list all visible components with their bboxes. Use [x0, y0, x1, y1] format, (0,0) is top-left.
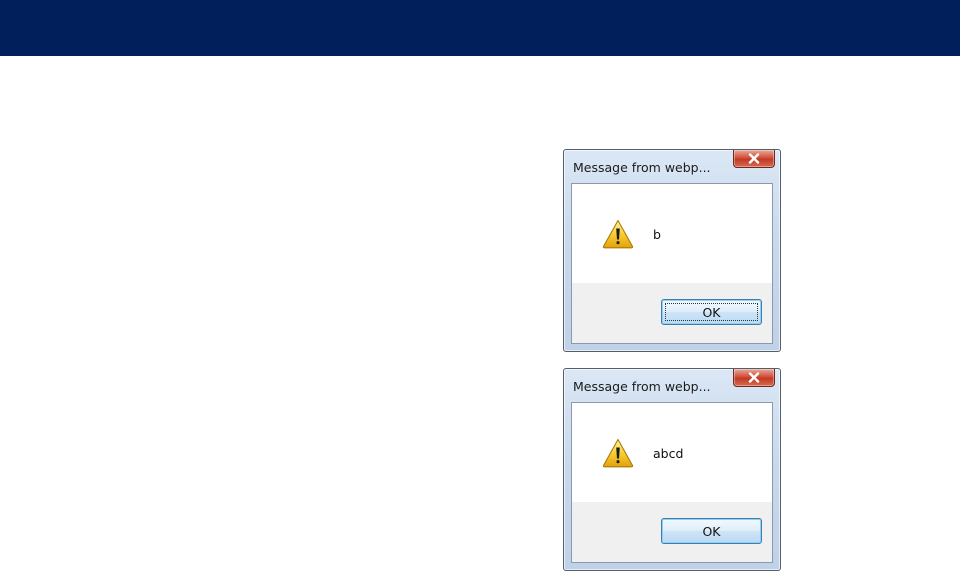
top-banner [0, 0, 960, 56]
dialog-title: Message from webp... [573, 379, 711, 394]
message-text: b [653, 227, 661, 242]
ok-button-label: OK [702, 304, 721, 320]
ok-button[interactable]: OK [661, 299, 762, 325]
warning-icon [602, 438, 634, 468]
button-area: OK [572, 283, 772, 343]
close-icon [748, 372, 760, 383]
dialog-body: abcd OK [571, 402, 773, 563]
dialog-title: Message from webp... [573, 160, 711, 175]
close-icon [748, 153, 760, 164]
message-area: abcd [572, 403, 772, 502]
ok-button[interactable]: OK [661, 518, 762, 544]
message-area: b [572, 184, 772, 283]
warning-icon [602, 219, 634, 249]
close-button[interactable] [733, 150, 775, 168]
alert-dialog-2: Message from webp... abcd OK [563, 368, 781, 571]
button-area: OK [572, 502, 772, 562]
alert-dialog-1: Message from webp... b OK [563, 149, 781, 352]
close-button[interactable] [733, 369, 775, 387]
dialog-body: b OK [571, 183, 773, 344]
message-text: abcd [653, 446, 684, 461]
ok-button-label: OK [702, 523, 721, 539]
